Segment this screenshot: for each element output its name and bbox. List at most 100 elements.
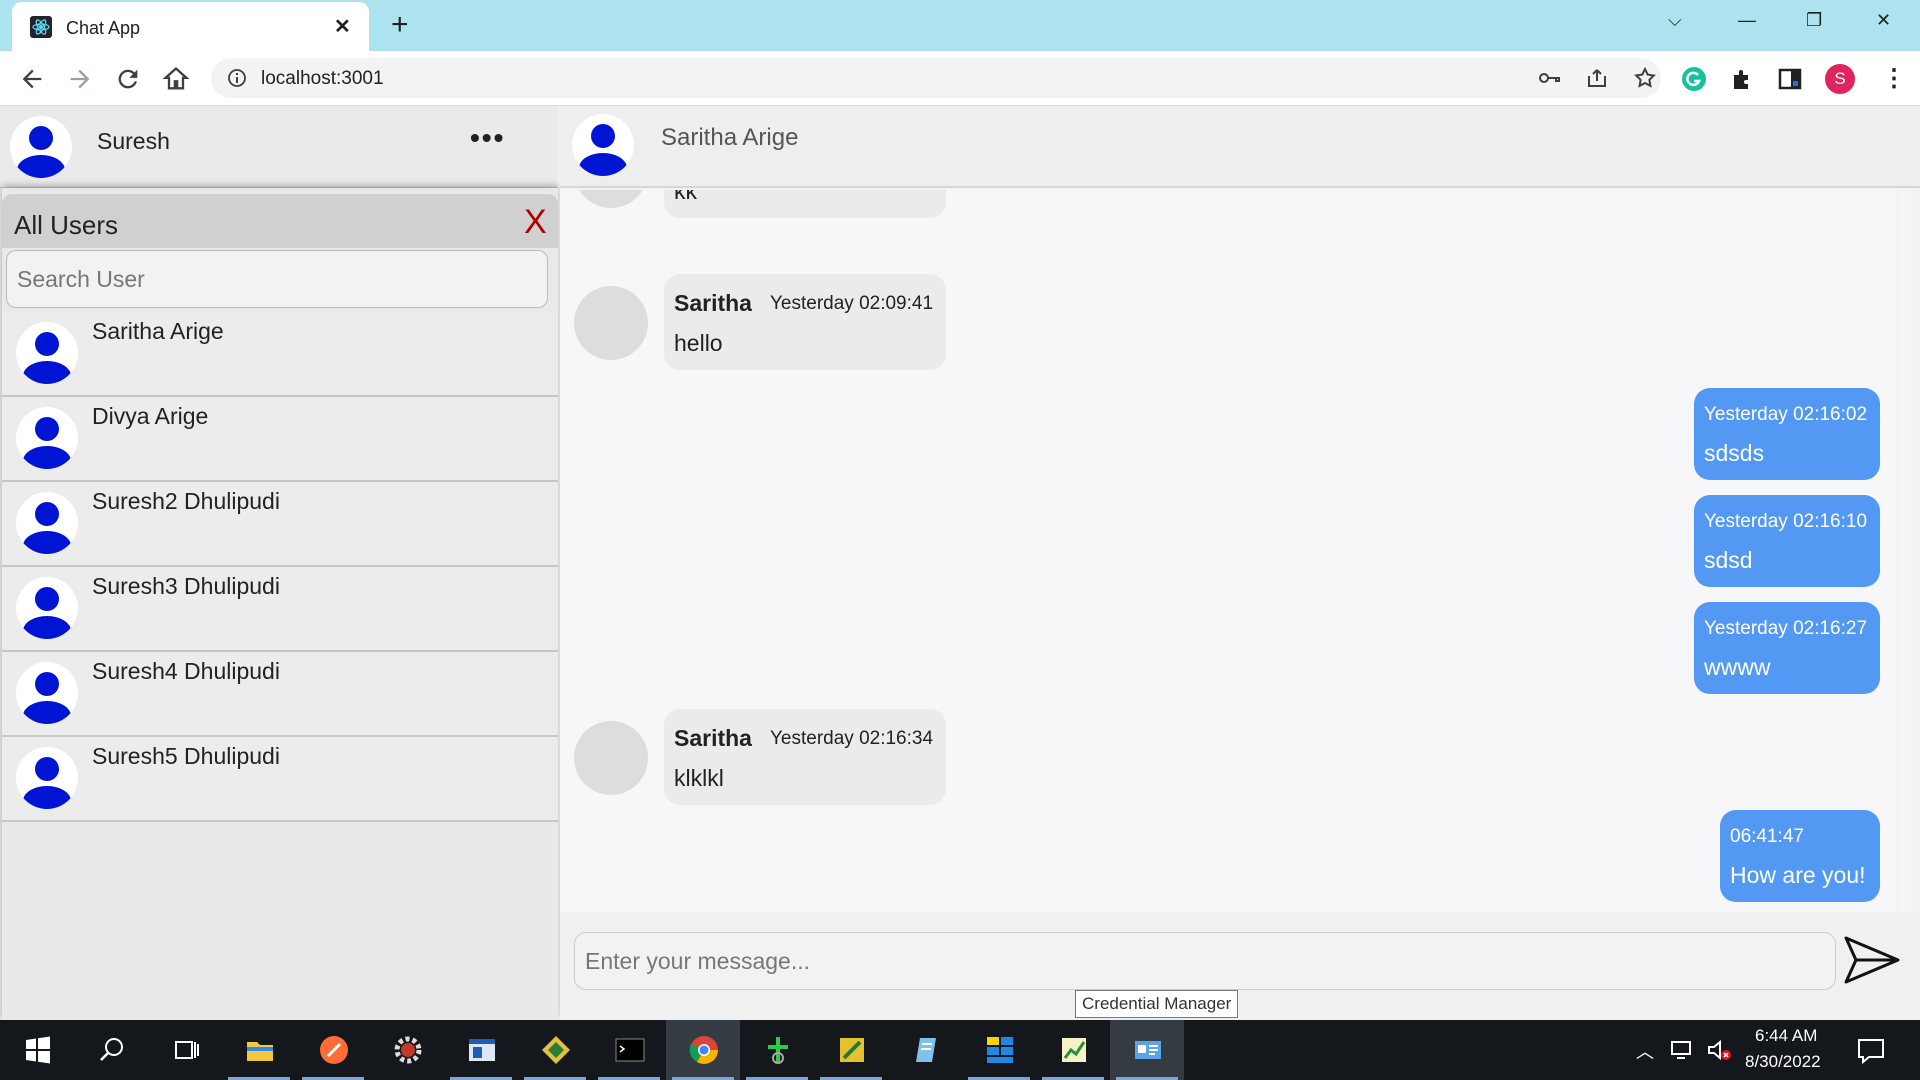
user-avatar: [16, 492, 78, 554]
window-icon: [469, 1039, 495, 1061]
profile-avatar[interactable]: S: [1825, 64, 1855, 94]
network-icon[interactable]: [1670, 1038, 1696, 1062]
notifications-icon[interactable]: [1856, 1036, 1886, 1066]
sender-avatar: [574, 721, 648, 795]
message-timestamp: 06:41:47: [1730, 826, 1804, 847]
user-list-item[interactable]: Divya Arige: [2, 397, 558, 482]
message-scrollbar[interactable]: [1900, 190, 1912, 912]
person-icon: [23, 332, 71, 384]
tools-icon: [840, 1038, 864, 1062]
user-list-item[interactable]: Suresh2 Dhulipudi: [2, 482, 558, 567]
credential-icon: [1135, 1041, 1161, 1059]
user-list-item[interactable]: Suresh3 Dhulipudi: [2, 567, 558, 652]
window-app[interactable]: [444, 1020, 518, 1080]
more-options-icon[interactable]: •••: [470, 122, 505, 154]
outgoing-message: Yesterday 02:16:02 sdsds: [1694, 388, 1880, 480]
postman-app[interactable]: [296, 1020, 370, 1080]
task-view-button[interactable]: [148, 1020, 222, 1080]
user-avatar: [16, 747, 78, 809]
chrome-app[interactable]: [666, 1020, 740, 1080]
all-users-panel: All Users X Saritha Arige Divya Arige Sure…: [2, 188, 558, 1020]
user-list-item[interactable]: Saritha Arige: [2, 312, 558, 397]
grammarly-icon[interactable]: [1680, 65, 1708, 93]
person-icon: [579, 124, 627, 176]
message-timestamp: Yesterday 02:16:34: [770, 728, 934, 749]
current-user-avatar[interactable]: [10, 116, 72, 178]
peer-avatar[interactable]: [572, 114, 634, 176]
minimize-button[interactable]: —: [1738, 10, 1756, 31]
side-panel-icon[interactable]: [1776, 65, 1804, 93]
message-bubble: Saritha Yesterday 02:09:41 hello: [664, 274, 946, 370]
ide-app[interactable]: [370, 1020, 444, 1080]
message-timestamp: Yesterday 02:16:10: [1704, 511, 1868, 532]
user-avatar: [16, 322, 78, 384]
tab-close-icon[interactable]: ✕: [334, 14, 351, 39]
clock-date[interactable]: 8/30/2022: [1745, 1052, 1821, 1072]
notepad-icon: [916, 1038, 936, 1062]
browser-menu-icon[interactable]: ⋮: [1882, 64, 1906, 93]
forward-arrow-icon[interactable]: [66, 65, 94, 93]
message-input[interactable]: [574, 932, 1836, 990]
person-icon: [23, 672, 71, 724]
reload-icon[interactable]: [114, 65, 142, 93]
chrome-icon: [689, 1036, 718, 1064]
sender-avatar: [574, 286, 648, 360]
message-bubble: Saritha Yesterday 02:16:34 klklkl: [664, 709, 946, 805]
user-name: Saritha Arige: [92, 318, 224, 344]
restore-button[interactable]: ❐: [1806, 10, 1822, 31]
address-bar[interactable]: localhost:3001: [211, 58, 1661, 98]
close-users-button[interactable]: X: [524, 203, 547, 242]
current-user-name: Suresh: [97, 128, 170, 154]
start-button[interactable]: [0, 1020, 74, 1080]
git-app[interactable]: [518, 1020, 592, 1080]
home-icon[interactable]: [162, 65, 190, 93]
message-text: kk: [674, 190, 697, 204]
plus-icon: [768, 1037, 788, 1064]
chat-app: Suresh ••• All Users X Saritha Arige Divy…: [0, 106, 1920, 1020]
user-list-item[interactable]: Suresh4 Dhulipudi: [2, 652, 558, 737]
user-list-item[interactable]: Suresh5 Dhulipudi: [2, 737, 558, 822]
user-name: Suresh3 Dhulipudi: [92, 573, 280, 599]
extensions-puzzle-icon[interactable]: [1728, 65, 1756, 93]
terminal-icon: [615, 1038, 645, 1062]
tab-title: Chat App: [66, 18, 141, 38]
show-hidden-icons-icon[interactable]: ︿: [1636, 1038, 1654, 1064]
taskbar-search[interactable]: [74, 1020, 148, 1080]
volume-muted-icon[interactable]: [1706, 1038, 1732, 1062]
sender-avatar: [574, 190, 648, 208]
info-icon[interactable]: [227, 68, 247, 88]
file-explorer-app[interactable]: [222, 1020, 296, 1080]
chat-header: Saritha Arige: [560, 106, 1920, 188]
tools-app[interactable]: [814, 1020, 888, 1080]
back-arrow-icon[interactable]: [18, 65, 46, 93]
search-user-input[interactable]: [6, 250, 548, 308]
terminal-app[interactable]: [592, 1020, 666, 1080]
all-users-title: All Users: [14, 210, 119, 240]
notepad-app[interactable]: [888, 1020, 962, 1080]
url-text[interactable]: localhost:3001: [261, 68, 384, 90]
message-text: sdsds: [1704, 440, 1765, 466]
sidebar: Suresh ••• All Users X Saritha Arige Divy…: [0, 106, 558, 1020]
chart-app[interactable]: [1036, 1020, 1110, 1080]
message-list[interactable]: SarithaYesterday 02:09:05kk Saritha Yester…: [560, 190, 1896, 912]
message-sender: Saritha: [674, 725, 752, 751]
all-users-header: All Users X: [2, 194, 558, 248]
browser-tab[interactable]: Chat App ✕: [12, 2, 369, 51]
bookmark-star-icon[interactable]: [1633, 66, 1657, 90]
send-icon[interactable]: [1842, 932, 1902, 988]
clock-time[interactable]: 6:44 AM: [1755, 1026, 1817, 1046]
plus-app[interactable]: [740, 1020, 814, 1080]
tiles-app[interactable]: [962, 1020, 1036, 1080]
credential-manager-app[interactable]: [1110, 1020, 1184, 1080]
tab-search-chevron-icon[interactable]: ⌵: [1668, 10, 1682, 31]
user-avatar: [16, 407, 78, 469]
message-text: hello: [674, 330, 723, 356]
share-icon[interactable]: [1585, 66, 1609, 90]
outgoing-message: 06:41:47 How are you!: [1720, 810, 1880, 902]
person-icon: [17, 126, 65, 178]
user-list: Saritha Arige Divya Arige Suresh2 Dhulipud…: [2, 312, 558, 822]
task-view-icon: [175, 1041, 199, 1059]
new-tab-button[interactable]: +: [391, 8, 409, 42]
close-window-button[interactable]: ✕: [1876, 10, 1891, 31]
key-icon[interactable]: [1537, 66, 1561, 90]
